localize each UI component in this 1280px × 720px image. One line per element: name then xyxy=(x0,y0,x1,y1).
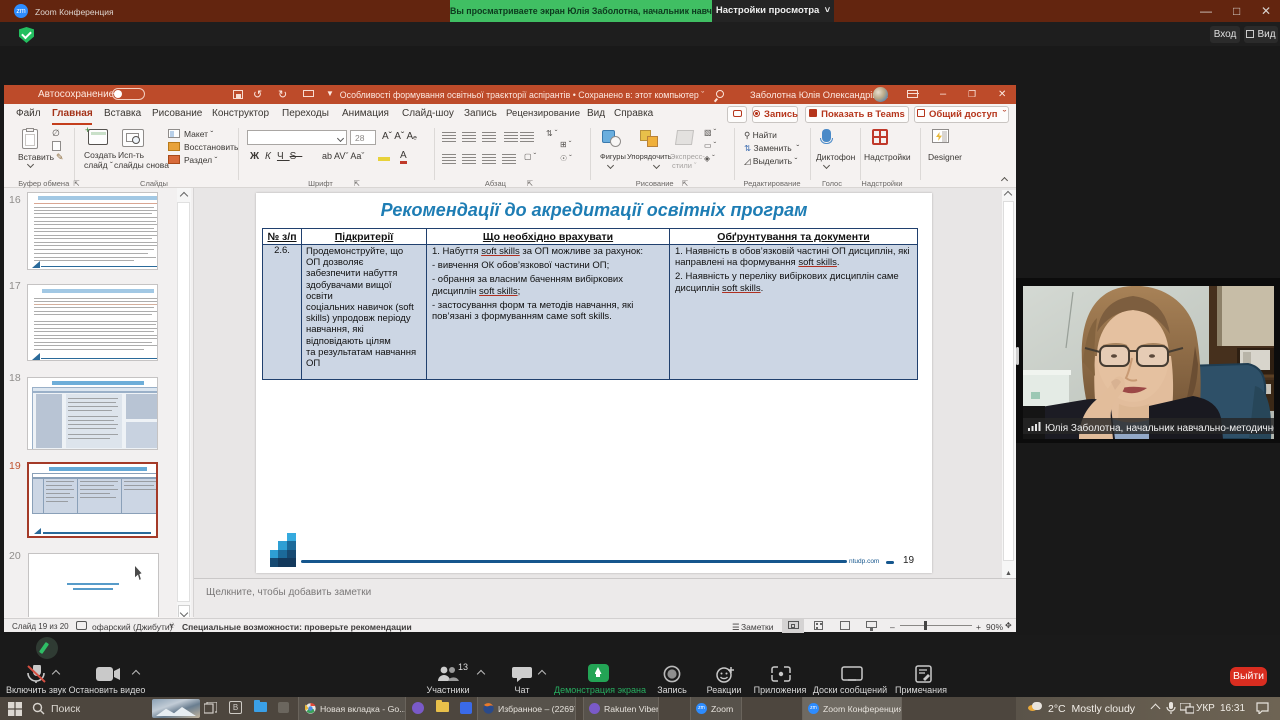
svg-text:Юлія Заболотна, начальник навч: Юлія Заболотна, начальник навчально-мето… xyxy=(1045,422,1274,434)
